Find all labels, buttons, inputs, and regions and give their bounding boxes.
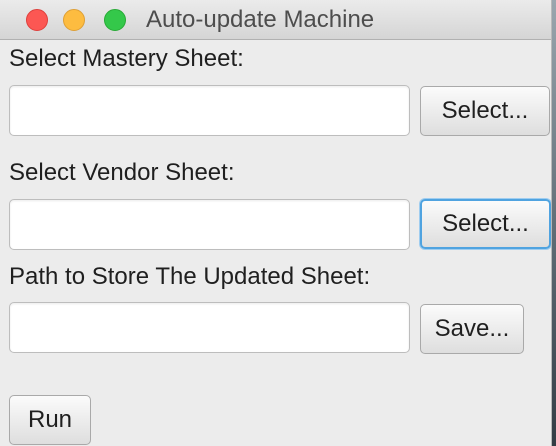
run-button[interactable]: Run [9,395,91,445]
title-bar[interactable]: Auto-update Machine [0,0,551,40]
save-output-button[interactable]: Save... [420,304,524,354]
window-title: Auto-update Machine [146,6,375,33]
select-vendor-sheet-button[interactable]: Select... [420,199,551,249]
select-mastery-sheet-button[interactable]: Select... [420,86,550,136]
mastery-sheet-path-input[interactable] [9,85,410,136]
mastery-sheet-label: Select Mastery Sheet: [9,45,244,72]
output-path-label: Path to Store The Updated Sheet: [9,263,371,290]
vendor-sheet-path-input[interactable] [9,199,410,250]
output-path-input[interactable] [9,302,410,353]
vendor-sheet-label: Select Vendor Sheet: [9,159,235,186]
zoom-window-button[interactable] [104,9,126,31]
minimize-window-button[interactable] [63,9,85,31]
close-window-button[interactable] [26,9,48,31]
app-window: Auto-update Machine Select Mastery Sheet… [0,0,552,446]
